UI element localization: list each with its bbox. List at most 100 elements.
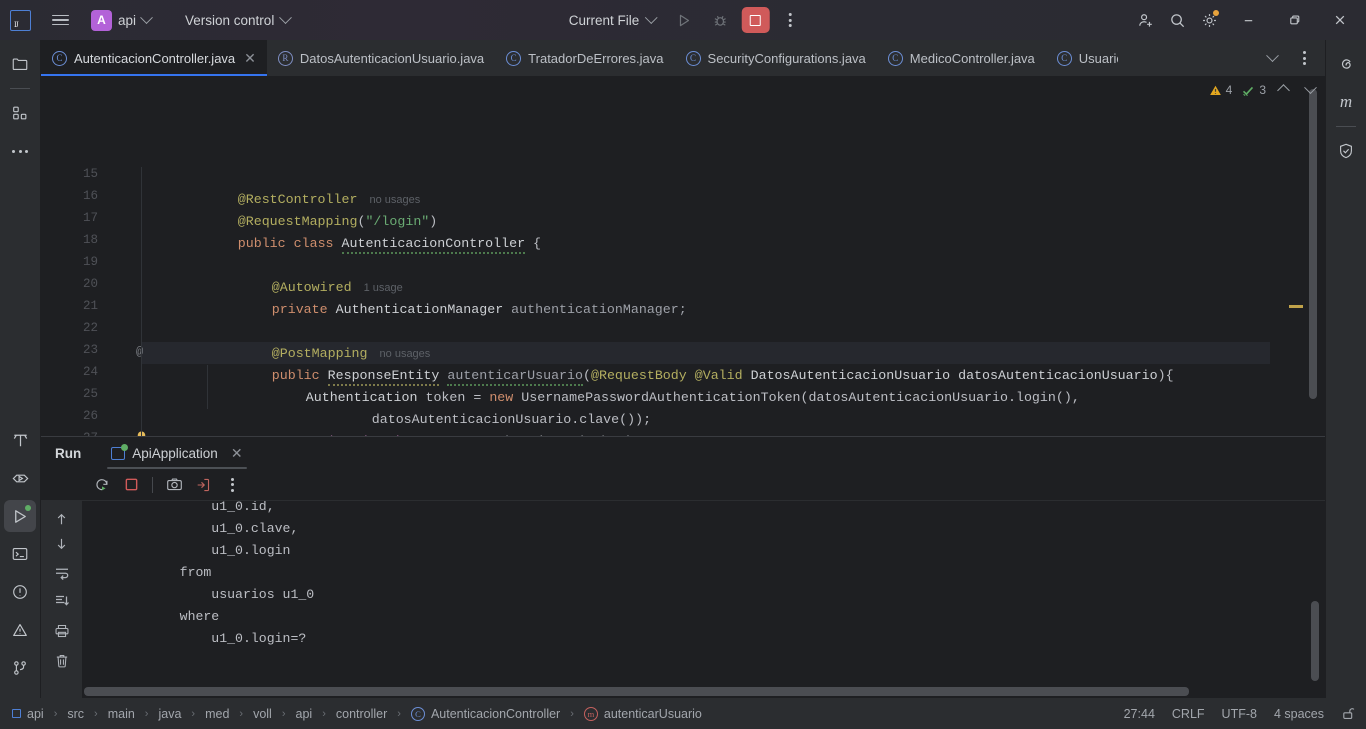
chevron-down-icon[interactable] (1304, 80, 1317, 94)
run-console-output[interactable]: u1_0.id, u1_0.clave, u1_0.login from usu… (82, 501, 1325, 698)
editor-tab-securityconfigurations[interactable]: C SecurityConfigurations.java (675, 40, 877, 76)
project-name: api (118, 12, 137, 28)
console-vertical-scrollbar[interactable] (1311, 601, 1319, 681)
breadcrumb-src[interactable]: src (67, 707, 84, 721)
editor-tab-medicocontroller[interactable]: C MedicoController.java (877, 40, 1046, 76)
chevron-up-icon[interactable] (1277, 83, 1290, 97)
breadcrumb-separator: › (53, 707, 58, 720)
breadcrumb-main[interactable]: main (108, 707, 135, 721)
method-icon: m (583, 706, 598, 721)
rerun-button[interactable] (89, 473, 115, 497)
maximize-icon[interactable] (1272, 0, 1316, 40)
soft-wrap-button[interactable] (49, 561, 75, 585)
title-bar: IJ A api Version control Current File (0, 0, 1366, 40)
project-widget[interactable]: A api (87, 7, 157, 34)
logo-label: IJ (14, 19, 19, 29)
code-line-24: Authentication token = new UsernamePassw… (142, 365, 1080, 405)
code-line-25: datosAutenticacionUsuario.clave()); (142, 387, 651, 427)
code-content[interactable]: @RestController no usages @RequestMapping… (141, 77, 1270, 436)
editor-column: C AutenticacionController.java ✕ R Datos… (41, 40, 1325, 698)
spring-app-icon (111, 443, 129, 460)
console-line: u1_0.login=? (148, 631, 307, 646)
caret-position[interactable]: 27:44 (1124, 707, 1155, 721)
close-icon[interactable]: ✕ (231, 445, 243, 462)
more-tool-windows-icon[interactable] (4, 135, 36, 167)
line-number: 20 (82, 277, 98, 291)
maven-m-icon[interactable]: m (1330, 86, 1362, 118)
editor-gutter[interactable]: 15 16 17 18 19 20 21 22 23 24 25 26 27 2… (41, 77, 146, 436)
breadcrumb-separator: › (397, 707, 401, 720)
line-separator[interactable]: CRLF (1172, 707, 1205, 721)
breadcrumb-api-pkg[interactable]: api (296, 707, 313, 721)
indent-setting[interactable]: 4 spaces (1274, 707, 1324, 721)
breadcrumb-java[interactable]: java (158, 707, 181, 721)
close-icon[interactable]: ✕ (244, 50, 256, 67)
run-panel-header: Run ApiApplication ✕ (41, 437, 1325, 469)
console-horizontal-scrollbar[interactable] (84, 687, 1189, 696)
keyword-token: public (237, 236, 286, 251)
run-tool-window: Run ApiApplication ✕ u1_0.id, u1_0.clave… (41, 436, 1325, 698)
ai-assistant-icon[interactable] (1330, 48, 1362, 80)
run-tool-window-icon[interactable] (4, 500, 36, 532)
version-control-widget[interactable]: Version control (179, 10, 296, 31)
chevron-down-icon (140, 10, 153, 24)
inspections-widget[interactable]: 4 3 (1209, 80, 1317, 97)
class-icon: C (410, 706, 425, 721)
editor-vertical-scrollbar[interactable] (1309, 89, 1317, 399)
more-options-icon[interactable] (1289, 44, 1319, 72)
share-project-icon[interactable] (1130, 6, 1160, 34)
more-options-button[interactable] (219, 473, 245, 497)
title-bar-right (1130, 0, 1366, 40)
commit-tool-window-icon[interactable] (4, 97, 36, 129)
run-configuration-selector[interactable]: Current File (561, 9, 664, 32)
breadcrumb-voll[interactable]: voll (253, 707, 272, 721)
git-tool-window-icon[interactable] (4, 652, 36, 684)
console-line: u1_0.clave, (148, 521, 299, 536)
more-options-icon[interactable] (775, 6, 805, 34)
clear-all-button[interactable] (49, 649, 75, 673)
settings-icon[interactable] (1194, 6, 1224, 34)
status-bar: api › src › main › java › med › voll › a… (0, 698, 1366, 729)
stop-button[interactable] (118, 473, 144, 497)
scroll-to-end-button[interactable] (49, 589, 75, 613)
close-icon[interactable] (1318, 0, 1362, 40)
print-button[interactable] (49, 619, 75, 643)
editor-tab-tratadordeerrores[interactable]: C TratadorDeErrores.java (495, 40, 674, 76)
minimize-icon[interactable] (1226, 0, 1270, 40)
class-name-token: AutenticacionController (341, 236, 526, 254)
problems-tool-window-icon[interactable] (4, 576, 36, 608)
editor-tab-datosautenticacionusuario[interactable]: R DatosAutenticacionUsuario.java (267, 40, 495, 76)
export-button[interactable] (190, 473, 216, 497)
code-editor[interactable]: 15 16 17 18 19 20 21 22 23 24 25 26 27 2… (41, 77, 1325, 436)
editor-tab-usuario[interactable]: C Usuario (1046, 40, 1118, 76)
previous-occurrence-button[interactable] (49, 507, 75, 531)
unlocked-icon[interactable] (1341, 706, 1356, 721)
breadcrumb-api[interactable]: api (27, 707, 44, 721)
terminal-tool-window-icon[interactable] (4, 538, 36, 570)
warning-tool-window-icon[interactable] (4, 614, 36, 646)
code-line-23: public ResponseEntity autenticarUsuario(… (142, 343, 1174, 386)
screenshot-button[interactable] (161, 473, 187, 497)
breadcrumb-controller[interactable]: controller (336, 707, 387, 721)
run-configuration-label: Current File (568, 12, 640, 28)
build-tool-window-icon[interactable] (4, 424, 36, 456)
project-tool-window-icon[interactable] (4, 48, 36, 80)
stop-icon[interactable] (741, 7, 770, 33)
chevron-down-icon[interactable] (1257, 44, 1287, 72)
breadcrumb-class[interactable]: AutenticacionController (431, 707, 560, 721)
next-occurrence-button[interactable] (49, 531, 75, 555)
file-encoding[interactable]: UTF-8 (1222, 707, 1257, 721)
main-menu-icon[interactable] (43, 3, 77, 37)
shield-check-icon[interactable] (1330, 135, 1362, 167)
services-tool-window-icon[interactable] (4, 462, 36, 494)
breadcrumb-method[interactable]: autenticarUsuario (604, 707, 702, 721)
breadcrumb-med[interactable]: med (205, 707, 229, 721)
run-toolbar (41, 469, 1325, 501)
tab-label: AutenticacionController.java (74, 50, 236, 66)
search-icon[interactable] (1162, 6, 1192, 34)
run-icon[interactable] (669, 6, 699, 34)
run-tab-apiapplication[interactable]: ApiApplication ✕ (103, 437, 250, 469)
warning-scroll-marker[interactable] (1289, 305, 1303, 308)
debug-icon[interactable] (705, 6, 735, 34)
editor-tab-autenticacioncontroller[interactable]: C AutenticacionController.java ✕ (41, 40, 267, 76)
